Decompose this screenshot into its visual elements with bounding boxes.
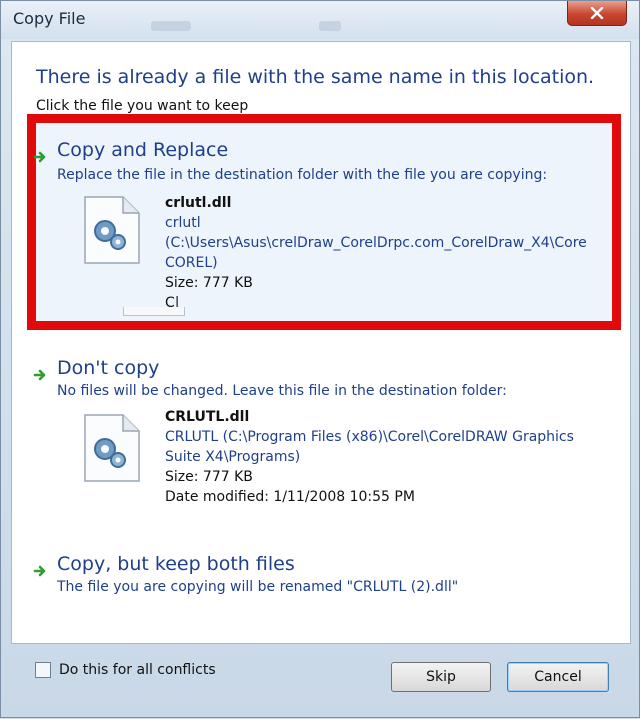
background-ghost — [151, 21, 191, 31]
option-dont-copy[interactable]: Don't copy No files will be changed. Lea… — [23, 357, 603, 517]
option-keep-both[interactable]: Copy, but keep both files The file you a… — [23, 553, 603, 603]
source-file-details: crlutl.dll crlutl (C:\Users\Asus\crelDra… — [165, 193, 605, 313]
file-path-continued: COREL) — [165, 255, 218, 271]
file-path-continued: Suite X4\Programs) — [165, 449, 301, 465]
green-arrow-icon — [33, 151, 46, 163]
background-ghost — [319, 21, 341, 31]
option-description: Replace the file in the destination fold… — [57, 167, 548, 183]
cancel-button[interactable]: Cancel — [507, 662, 609, 692]
green-arrow-icon — [33, 565, 46, 577]
copy-file-dialog: Copy File There is already a file with t… — [0, 0, 640, 718]
option-title: Copy and Replace — [57, 139, 229, 161]
scroll-indicator — [123, 307, 185, 316]
file-path: CRLUTL (C:\Program Files (x86)\Corel\Cor… — [165, 429, 574, 445]
conflicts-checkbox-row[interactable]: Do this for all conflicts — [35, 662, 216, 678]
title-bar[interactable]: Copy File — [1, 1, 639, 39]
file-description: crlutl — [165, 215, 201, 231]
close-x-icon — [590, 7, 604, 19]
file-extra: C| — [165, 295, 180, 311]
option-title: Don't copy — [57, 357, 160, 379]
option-description: The file you are copying will be renamed… — [57, 579, 459, 595]
file-size: Size: 777 KB — [165, 275, 253, 291]
dialog-subheading: Click the file you want to keep — [36, 98, 249, 114]
dialog-footer: Do this for all conflicts Skip Cancel — [1, 644, 640, 719]
green-arrow-icon — [33, 369, 46, 381]
destination-file-details: CRLUTL.dll CRLUTL (C:\Program Files (x86… — [165, 407, 574, 507]
file-settings-icon — [84, 414, 140, 482]
dialog-heading: There is already a file with the same na… — [36, 66, 595, 88]
conflicts-checkbox[interactable] — [35, 662, 51, 678]
option-title: Copy, but keep both files — [57, 553, 295, 575]
file-date-modified: Date modified: 1/11/2008 10:55 PM — [165, 489, 415, 505]
file-name: CRLUTL.dll — [165, 409, 250, 425]
skip-button[interactable]: Skip — [391, 662, 491, 692]
option-copy-and-replace[interactable]: Copy and Replace Replace the file in the… — [23, 139, 603, 319]
conflicts-checkbox-label[interactable]: Do this for all conflicts — [59, 662, 216, 678]
window-title: Copy File — [13, 9, 86, 28]
file-size: Size: 777 KB — [165, 469, 253, 485]
option-description: No files will be changed. Leave this fil… — [57, 383, 507, 399]
file-name: crlutl.dll — [165, 195, 232, 211]
file-path: (C:\Users\Asus\crelDraw_CorelDrpc.com_Co… — [165, 235, 587, 251]
close-button[interactable] — [567, 1, 627, 26]
file-settings-icon — [84, 196, 140, 264]
